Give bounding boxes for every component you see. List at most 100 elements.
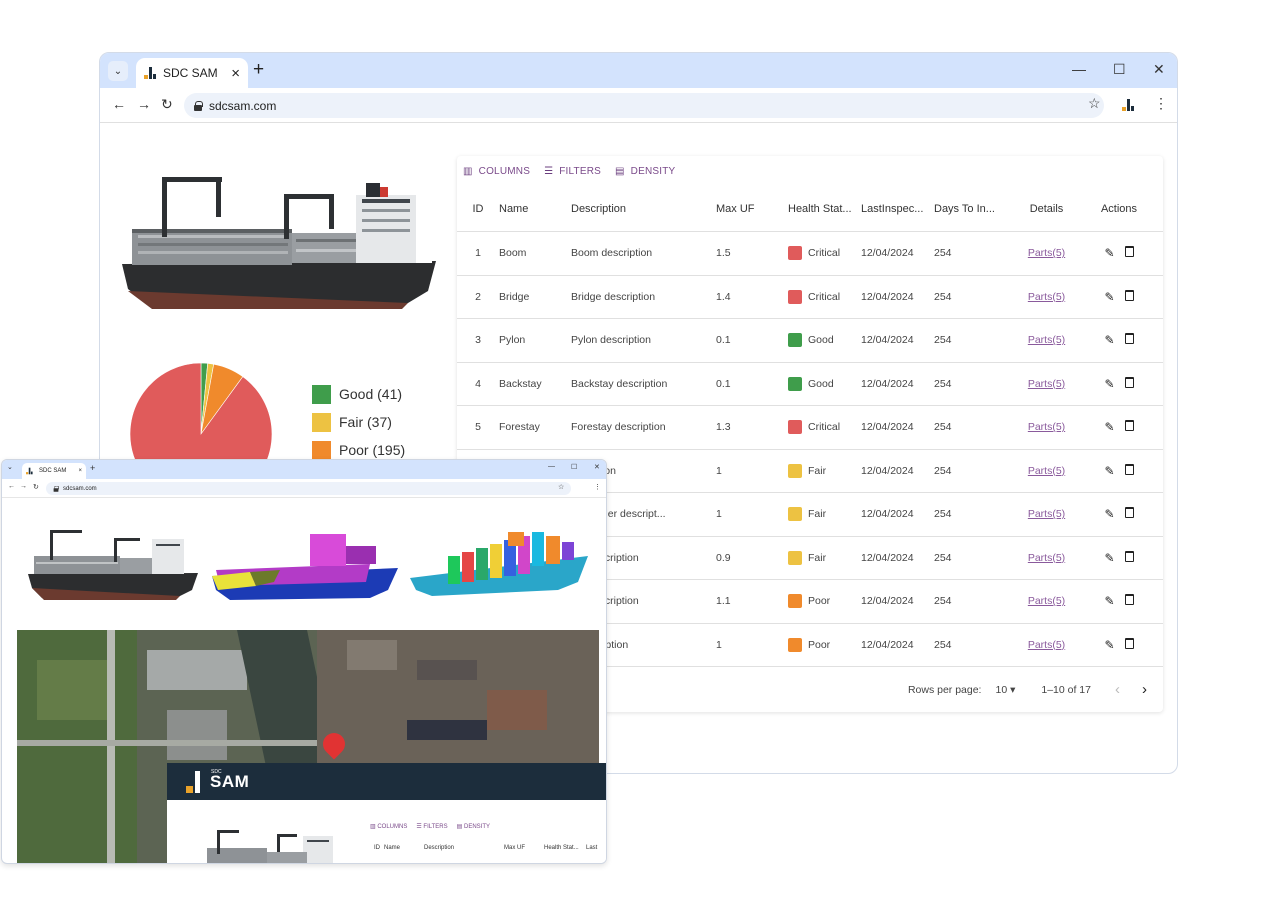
cell-id: 3 — [475, 334, 481, 347]
close-window-button[interactable]: ✕ — [1153, 61, 1165, 78]
edit-pencil-icon[interactable]: ✎ — [1104, 377, 1114, 391]
small-chevron-down-icon[interactable]: ⌄ — [7, 463, 13, 471]
col-header-last-inspection[interactable]: LastInspec... — [861, 203, 934, 215]
health-status-swatch — [788, 463, 802, 478]
delete-trash-icon[interactable] — [1124, 289, 1134, 301]
parts-link[interactable]: Parts(5) — [1028, 595, 1065, 607]
url-text: sdcsam.com — [209, 98, 277, 113]
table-row[interactable]: 4 Backstay Backstay description 0.1 Good 12/0… — [457, 363, 1163, 406]
mini-filters-button[interactable]: ☰ FILTERS — [416, 823, 447, 830]
col-header-health[interactable]: Health Stat... — [788, 203, 861, 215]
col-header-description[interactable]: Description — [571, 203, 716, 215]
kebab-menu-icon[interactable]: ⋮ — [1154, 95, 1168, 112]
mini-col-name: Name — [384, 845, 401, 851]
cell-health-status: Critical — [788, 246, 861, 261]
columns-button[interactable]: ▥ COLUMNS — [463, 166, 530, 177]
small-forward-icon[interactable]: → — [20, 483, 27, 490]
edit-pencil-icon[interactable]: ✎ — [1104, 420, 1114, 434]
small-reload-icon[interactable]: ↻ — [33, 483, 39, 491]
small-close-window-button[interactable]: ✕ — [594, 463, 600, 471]
prev-page-button[interactable]: ‹ — [1115, 681, 1120, 698]
parts-link[interactable]: Parts(5) — [1028, 639, 1065, 651]
small-minimize-button[interactable]: — — [548, 463, 555, 470]
col-header-max-uf[interactable]: Max UF — [716, 203, 788, 215]
parts-link[interactable]: Parts(5) — [1028, 334, 1065, 346]
small-browser-toolbar: ← → ↻ sdcsam.com ☆ ⋮ — [2, 479, 606, 498]
edit-pencil-icon[interactable]: ✎ — [1104, 638, 1114, 652]
delete-trash-icon[interactable] — [1124, 463, 1134, 475]
edit-pencil-icon[interactable]: ✎ — [1104, 507, 1114, 521]
table-row[interactable]: 5 Forestay Forestay description 1.3 Critical… — [457, 406, 1163, 450]
new-tab-button[interactable]: + — [253, 59, 264, 81]
small-maximize-button[interactable]: ☐ — [571, 463, 577, 471]
forward-arrow-icon[interactable]: → — [137, 96, 151, 112]
edit-pencil-icon[interactable]: ✎ — [1104, 290, 1114, 304]
delete-trash-icon[interactable] — [1124, 594, 1134, 606]
delete-trash-icon[interactable] — [1124, 550, 1134, 562]
small-star-icon[interactable]: ☆ — [558, 483, 564, 491]
parts-link[interactable]: Parts(5) — [1028, 465, 1065, 477]
mini-filters-label: FILTERS — [423, 824, 448, 830]
extension-icon[interactable] — [1122, 99, 1134, 111]
bookmark-star-icon[interactable]: ☆ — [1088, 95, 1101, 112]
rows-per-page-select[interactable]: 10 ▾ — [995, 684, 1015, 696]
cell-actions: ✎ — [1089, 637, 1149, 652]
small-new-tab-button[interactable]: + — [90, 463, 95, 473]
sdc-logo-icon — [144, 67, 156, 79]
cell-details: Parts(5) — [1004, 291, 1089, 303]
table-row[interactable]: 1 Boom Boom description 1.5 Critical 12/04/20… — [457, 232, 1163, 276]
parts-link[interactable]: Parts(5) — [1028, 291, 1065, 303]
address-bar[interactable]: sdcsam.com — [184, 93, 1104, 118]
parts-link[interactable]: Parts(5) — [1028, 552, 1065, 564]
delete-trash-icon[interactable] — [1124, 333, 1134, 345]
cell-health-status: Poor — [788, 637, 861, 652]
cell-details: Parts(5) — [1004, 378, 1089, 390]
grid-header-row: ID Name Description Max UF Health Stat..… — [457, 186, 1163, 232]
small-tab-title: SDC SAM — [39, 468, 67, 474]
col-header-id[interactable]: ID — [457, 203, 499, 215]
small-close-tab-icon[interactable]: × — [78, 468, 82, 474]
small-kebab-icon[interactable]: ⋮ — [594, 483, 601, 491]
table-row[interactable]: 3 Pylon Pylon description 0.1 Good 12/04/2024… — [457, 319, 1163, 363]
small-address-bar[interactable]: sdcsam.com — [46, 482, 571, 495]
edit-pencil-icon[interactable]: ✎ — [1104, 464, 1114, 478]
cell-actions: ✎ — [1089, 420, 1149, 434]
parts-link[interactable]: Parts(5) — [1028, 247, 1065, 259]
edit-pencil-icon[interactable]: ✎ — [1104, 594, 1114, 608]
density-button[interactable]: ▤ DENSITY — [615, 166, 675, 177]
tab-search-button[interactable]: ⌄ — [108, 61, 128, 81]
edit-pencil-icon[interactable]: ✎ — [1104, 551, 1114, 565]
table-row[interactable]: 2 Bridge Bridge description 1.4 Critical 12/0… — [457, 276, 1163, 319]
col-header-name[interactable]: Name — [499, 203, 571, 215]
edit-pencil-icon[interactable]: ✎ — [1104, 333, 1114, 347]
delete-trash-icon[interactable] — [1124, 420, 1134, 432]
mini-grid-toolbar: ▥ COLUMNS ☰ FILTERS ▤ DENSITY — [370, 823, 490, 830]
delete-trash-icon[interactable] — [1124, 507, 1134, 519]
small-tab[interactable]: SDC SAM × — [22, 463, 86, 479]
mini-density-button[interactable]: ▤ DENSITY — [457, 823, 490, 830]
delete-trash-icon[interactable] — [1124, 376, 1134, 388]
edit-pencil-icon[interactable]: ✎ — [1104, 246, 1114, 260]
mini-columns-button[interactable]: ▥ COLUMNS — [370, 823, 407, 830]
health-status-label: Fair — [808, 508, 827, 521]
parts-link[interactable]: Parts(5) — [1028, 508, 1065, 520]
cell-name: Pylon — [499, 334, 526, 347]
tab-bar: ⌄ SDC SAM × + — ☐ ✕ — [100, 53, 1177, 88]
close-tab-icon[interactable]: × — [231, 65, 240, 82]
minimize-button[interactable]: — — [1072, 61, 1086, 77]
delete-trash-icon[interactable] — [1124, 637, 1134, 649]
small-back-icon[interactable]: ← — [8, 483, 15, 490]
cell-details: Parts(5) — [1004, 595, 1089, 607]
col-header-details[interactable]: Details — [1004, 203, 1089, 215]
next-page-button[interactable]: › — [1142, 681, 1147, 698]
filter-icon: ☰ — [544, 165, 554, 177]
reload-icon[interactable]: ↻ — [161, 96, 173, 113]
delete-trash-icon[interactable] — [1124, 246, 1134, 258]
maximize-button[interactable]: ☐ — [1113, 61, 1126, 78]
parts-link[interactable]: Parts(5) — [1028, 378, 1065, 390]
col-header-days[interactable]: Days To In... — [934, 203, 1004, 215]
filters-button[interactable]: ☰ FILTERS — [544, 166, 601, 177]
back-arrow-icon[interactable]: ← — [112, 96, 126, 112]
parts-link[interactable]: Parts(5) — [1028, 421, 1065, 433]
tab-sdc-sam[interactable]: SDC SAM × — [136, 58, 248, 88]
